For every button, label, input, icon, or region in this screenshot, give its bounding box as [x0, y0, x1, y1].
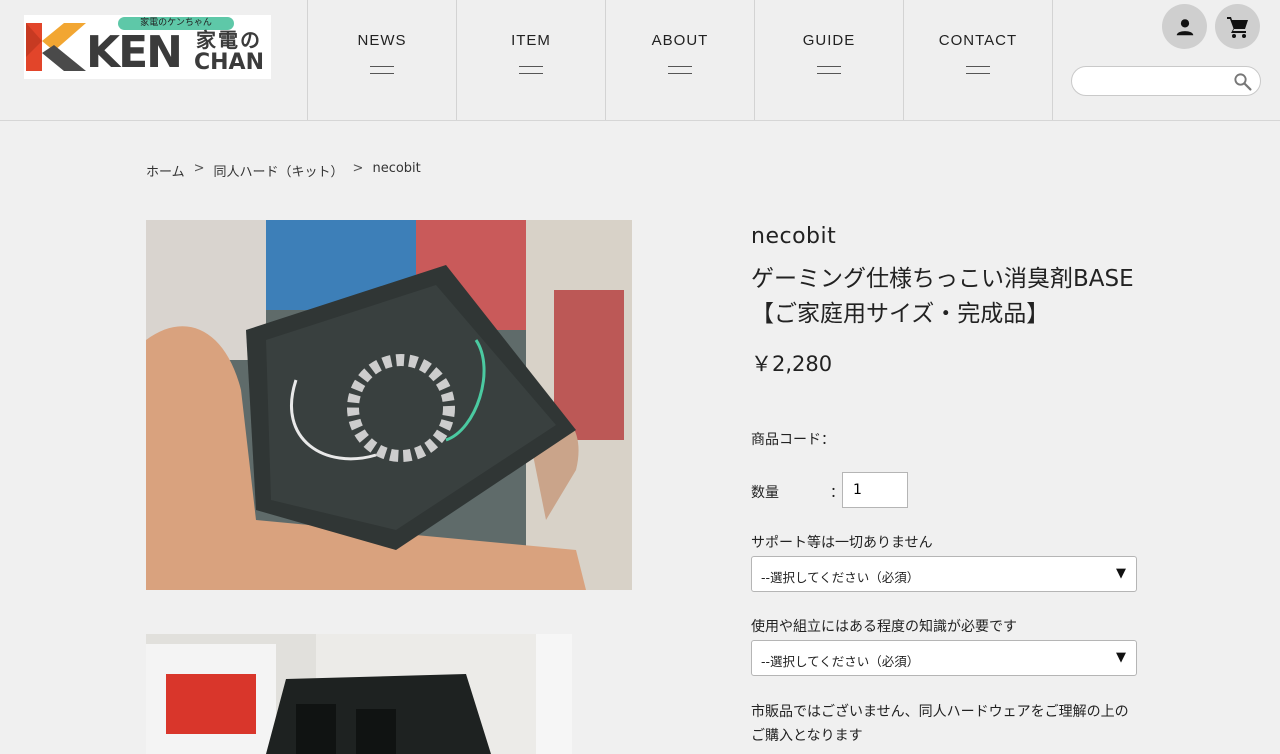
logo-ken-text: KEN	[86, 27, 183, 78]
product-brand: necobit	[751, 224, 837, 249]
caret-down-icon: ▼	[1116, 650, 1126, 665]
quantity-input[interactable]	[842, 472, 908, 508]
quantity-label: 数量	[751, 485, 779, 501]
product-title: ゲーミング仕様ちっこい消臭剤BASE 【ご家庭用サイズ・完成品】	[751, 266, 1134, 327]
site-logo[interactable]: 家電のケンちゃん KEN 家電の CHAN	[24, 15, 271, 79]
nav-item-item[interactable]: ITEM	[456, 0, 605, 120]
option-label-support: サポート等は一切ありません	[751, 535, 933, 551]
search-icon[interactable]	[1233, 72, 1252, 91]
product-note: 市販品ではございません、同人ハードウェアをご理解の上のご購入となります	[751, 704, 1129, 744]
nav-underline-icon	[519, 66, 543, 74]
breadcrumb-category-link[interactable]: 同人ハード（キット）	[214, 161, 344, 180]
nav-underline-icon	[817, 66, 841, 74]
nav-label: GUIDE	[802, 32, 856, 49]
caret-down-icon: ▼	[1116, 566, 1126, 581]
nav-item-contact[interactable]: CONTACT	[903, 0, 1053, 120]
main-nav: NEWS ITEM ABOUT GUIDE CONTACT	[307, 0, 1053, 120]
option-label-knowledge: 使用や組立にはある程度の知識が必要です	[751, 619, 1017, 635]
product-photo-secondary[interactable]	[146, 634, 572, 754]
breadcrumb-separator: >	[193, 161, 205, 176]
product-price: ￥2,280	[751, 352, 833, 376]
cart-button[interactable]	[1215, 4, 1260, 49]
product-photo-main[interactable]	[146, 220, 632, 590]
logo-k-mark	[26, 23, 86, 71]
select-value: --選択してください（必須）	[761, 570, 920, 585]
select-value: --選択してください（必須）	[761, 654, 920, 669]
option-select-knowledge[interactable]: --選択してください（必須） ▼	[751, 640, 1137, 676]
cart-icon	[1226, 16, 1248, 38]
search-input[interactable]	[1084, 71, 1228, 93]
user-icon	[1176, 18, 1193, 35]
product-photo-illustration	[146, 220, 632, 590]
nav-label: CONTACT	[938, 32, 1018, 49]
option-select-support[interactable]: --選択してください（必須） ▼	[751, 556, 1137, 592]
nav-label: ABOUT	[651, 32, 709, 49]
breadcrumb-current: necobit	[372, 161, 421, 176]
nav-underline-icon	[370, 66, 394, 74]
breadcrumb-home-link[interactable]: ホーム	[146, 161, 185, 180]
breadcrumb: ホーム > 同人ハード（キット） > necobit	[146, 161, 421, 180]
nav-item-news[interactable]: NEWS	[307, 0, 456, 120]
product-photo-illustration	[146, 634, 572, 754]
nav-underline-icon	[966, 66, 990, 74]
nav-item-guide[interactable]: GUIDE	[754, 0, 903, 120]
site-header: 家電のケンちゃん KEN 家電の CHAN NEWS ITEM ABOUT GU…	[0, 0, 1280, 121]
nav-item-about[interactable]: ABOUT	[605, 0, 754, 120]
nav-label: ITEM	[511, 32, 551, 49]
nav-label: NEWS	[357, 32, 407, 49]
product-code-label: 商品コード：	[751, 432, 835, 448]
account-button[interactable]	[1162, 4, 1207, 49]
logo-chan-text: CHAN	[194, 50, 264, 75]
search-box	[1071, 66, 1261, 96]
logo-kaden-text: 家電の	[196, 28, 262, 52]
nav-underline-icon	[668, 66, 692, 74]
breadcrumb-separator: >	[352, 161, 364, 176]
